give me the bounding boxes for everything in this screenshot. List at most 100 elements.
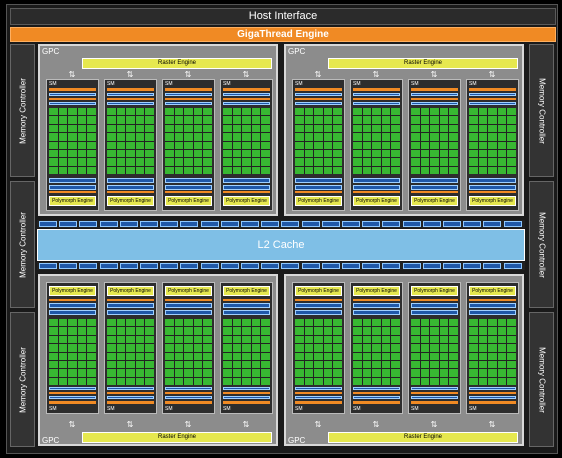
sm-label: SM	[107, 81, 115, 87]
shared-memory-bar	[165, 191, 212, 193]
raster-engine: Raster Engine	[82, 432, 272, 443]
cuda-core	[116, 141, 126, 149]
load-store-strip	[49, 178, 96, 183]
register-file-bar	[411, 387, 458, 390]
warp-scheduler-bar	[165, 93, 212, 96]
cuda-core	[391, 377, 400, 385]
cuda-core	[362, 108, 372, 116]
cuda-core	[174, 141, 184, 149]
sm-label: SM	[165, 406, 173, 412]
cuda-core	[439, 124, 449, 133]
cuda-core	[362, 352, 372, 360]
cuda-core	[68, 166, 77, 174]
cuda-core	[488, 124, 497, 133]
cuda-core	[411, 335, 420, 344]
cuda-core	[251, 141, 261, 149]
cuda-core	[295, 158, 304, 166]
cuda-core	[497, 335, 507, 344]
cuda-core	[77, 335, 87, 344]
cuda-core	[372, 124, 381, 133]
data-flow-arrow: ⇅	[242, 420, 250, 429]
cuda-core	[488, 319, 497, 327]
l2-slice	[402, 263, 421, 269]
cuda-core	[126, 327, 135, 335]
sm-label: SM	[353, 406, 361, 412]
cuda-core	[314, 377, 323, 385]
cuda-core	[353, 344, 362, 352]
cuda-core	[68, 319, 77, 327]
cuda-core	[333, 352, 342, 360]
cuda-core	[232, 124, 242, 133]
cuda-core	[430, 124, 439, 133]
cuda-core	[49, 344, 58, 352]
shared-memory-bar	[469, 299, 516, 301]
cuda-core	[391, 124, 400, 133]
cuda-core	[107, 319, 116, 327]
cuda-core	[261, 158, 270, 166]
shared-memory-bar	[223, 191, 270, 193]
cuda-core	[116, 327, 126, 335]
polymorph-engine: Polymorph Engine	[411, 196, 458, 206]
l2-slice	[241, 221, 259, 227]
cuda-core	[372, 116, 381, 124]
cuda-core	[469, 141, 478, 149]
cuda-core	[49, 158, 58, 166]
register-file-bar	[165, 102, 212, 105]
shared-memory-bar	[411, 191, 458, 193]
cuda-core	[116, 116, 126, 124]
cuda-core	[314, 369, 323, 377]
cuda-core	[420, 141, 430, 149]
cuda-core	[232, 360, 242, 369]
cuda-core	[353, 116, 362, 124]
cuda-core	[497, 327, 507, 335]
sfu-strip	[223, 185, 270, 190]
cuda-core	[439, 319, 449, 327]
gigathread-engine: GigaThread Engine	[10, 27, 556, 42]
cuda-core	[251, 116, 261, 124]
cuda-core	[323, 124, 333, 133]
cuda-core	[304, 335, 314, 344]
cuda-core-array	[353, 108, 400, 174]
polymorph-engine: Polymorph Engine	[411, 286, 458, 296]
memory-controller-label: Memory Controller	[18, 346, 27, 413]
cuda-core	[497, 133, 507, 141]
cuda-core	[174, 149, 184, 158]
warp-scheduler-bar	[49, 93, 96, 96]
cuda-core	[353, 319, 362, 327]
cuda-core	[439, 166, 449, 174]
data-flow-arrow: ⇅	[242, 70, 250, 79]
memory-controller-right-3: Memory Controller	[529, 312, 554, 447]
warp-scheduler-bar	[107, 93, 154, 96]
cuda-core	[251, 369, 261, 377]
polymorph-engine: Polymorph Engine	[107, 286, 154, 296]
cuda-core	[411, 108, 420, 116]
sm-label: SM	[353, 81, 361, 87]
cuda-core	[193, 116, 203, 124]
cuda-core	[135, 335, 145, 344]
cuda-core	[507, 141, 516, 149]
cuda-core	[353, 335, 362, 344]
cuda-core	[126, 158, 135, 166]
cuda-core	[77, 124, 87, 133]
raster-engine: Raster Engine	[328, 58, 518, 69]
cuda-core	[362, 327, 372, 335]
cuda-core	[174, 133, 184, 141]
cuda-core	[203, 344, 212, 352]
cuda-core	[232, 166, 242, 174]
l2-slice	[362, 221, 381, 227]
register-file-bar	[223, 102, 270, 105]
cuda-core	[488, 158, 497, 166]
load-store-strip	[411, 178, 458, 183]
instruction-cache-bar	[165, 88, 212, 91]
cuda-core	[165, 166, 174, 174]
data-flow-arrow: ⇅	[68, 420, 76, 429]
cuda-core	[314, 149, 323, 158]
cuda-core	[430, 360, 439, 369]
load-store-strip	[165, 310, 212, 315]
l2-memory-strip	[37, 220, 525, 228]
cuda-core	[497, 158, 507, 166]
shared-memory-bar	[165, 299, 212, 301]
load-store-strip	[49, 310, 96, 315]
cuda-core	[304, 344, 314, 352]
cuda-core	[49, 335, 58, 344]
